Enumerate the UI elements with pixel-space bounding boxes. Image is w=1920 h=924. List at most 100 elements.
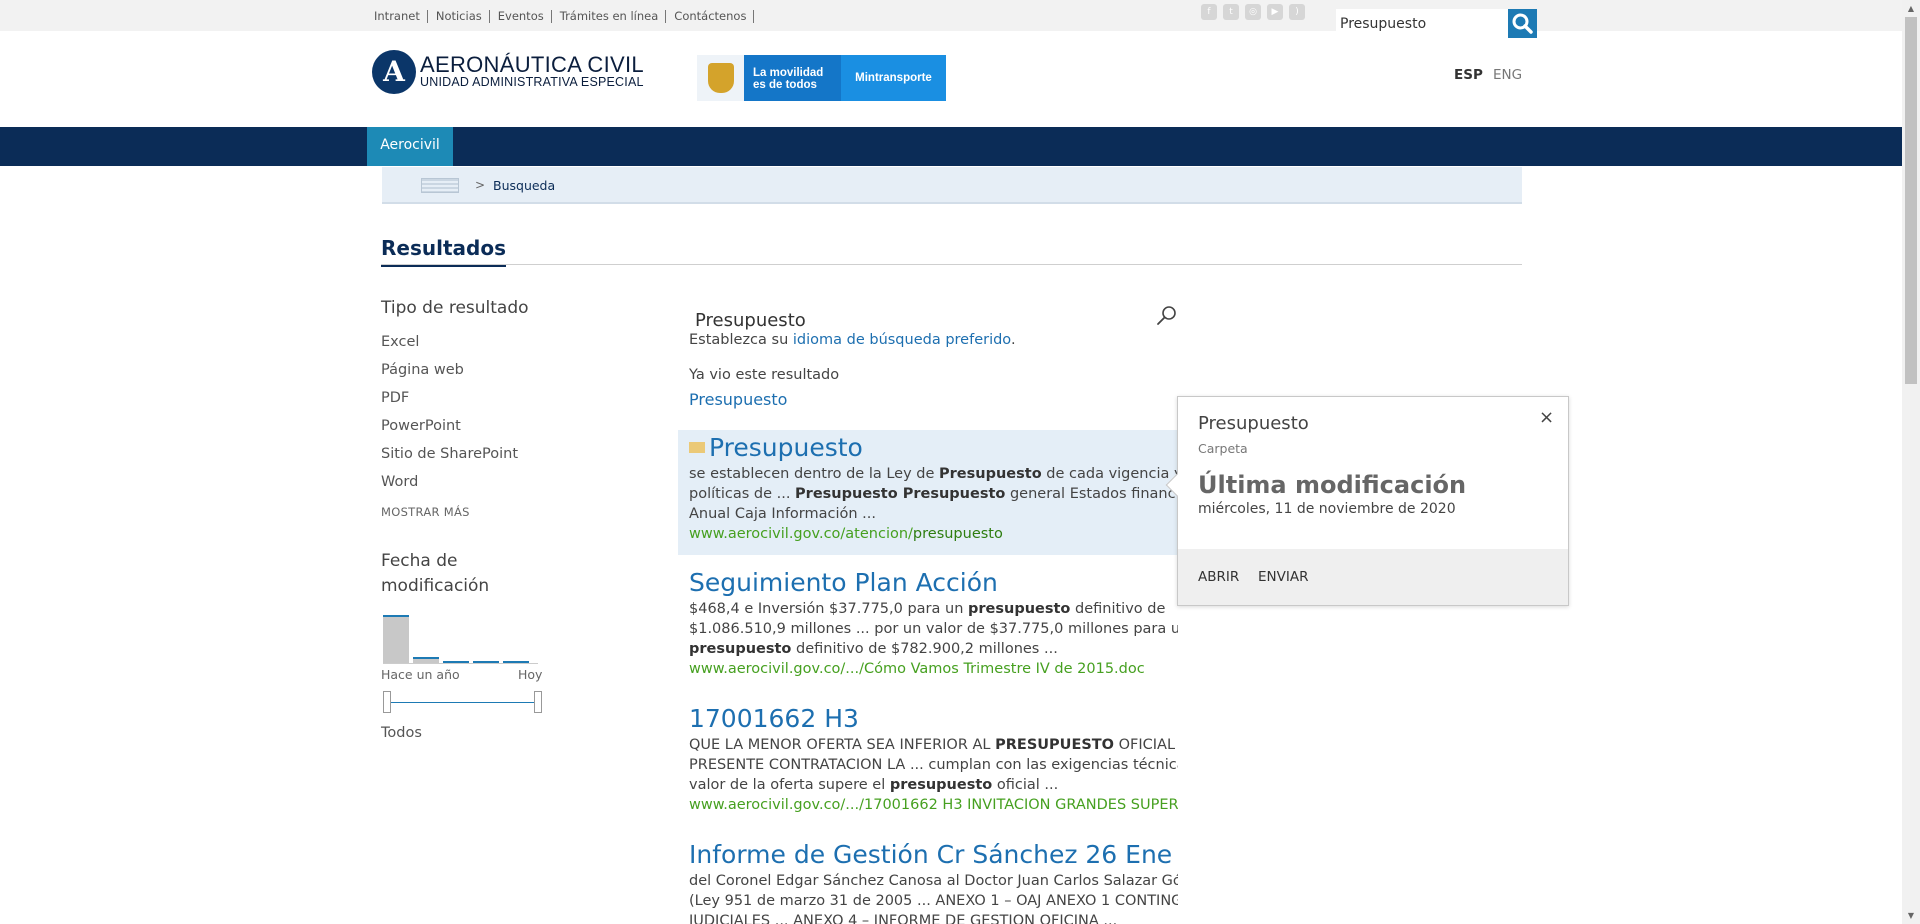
- result-title[interactable]: Seguimiento Plan Acción: [689, 567, 1178, 599]
- top-link-eventos[interactable]: Eventos: [490, 10, 552, 23]
- result-summary-line: PRESENTE CONTRATACION LA ... cumplan con…: [689, 757, 1178, 773]
- seen-result-link[interactable]: Presupuesto: [689, 390, 787, 409]
- callout-modified-heading: Última modificación: [1198, 471, 1467, 499]
- refiner-type-sharepoint[interactable]: Sitio de SharePoint: [381, 446, 518, 462]
- government-banner[interactable]: La movilidad es de todos Mintransporte: [697, 55, 946, 101]
- refiner-type-excel[interactable]: Excel: [381, 334, 419, 350]
- result-item[interactable]: Seguimiento Plan Acción $468,4 e Inversi…: [678, 567, 1178, 679]
- result-summary-line: QUE LA MENOR OFERTA SEA INFERIOR AL PRES…: [689, 737, 1178, 753]
- send-button[interactable]: ENVIAR: [1258, 569, 1308, 585]
- refiner-date-title-line1: Fecha de: [381, 551, 458, 571]
- seen-result-label: Ya vio este resultado: [689, 367, 840, 383]
- refiner-type-pdf[interactable]: PDF: [381, 390, 409, 406]
- result-summary-line: JUDICIALES ... ANEXO 4 – INFORME DE GEST…: [689, 913, 1118, 924]
- date-range-value: Todos: [381, 725, 422, 741]
- callout-title: Presupuesto: [1198, 413, 1309, 434]
- histogram-bar[interactable]: [383, 615, 409, 663]
- result-item[interactable]: Presupuesto se establecen dentro de la L…: [678, 430, 1178, 555]
- page-title: Resultados: [381, 236, 506, 267]
- callout-subtitle: Carpeta: [1198, 441, 1248, 456]
- result-title[interactable]: Informe de Gestión Cr Sánchez 26 Ene: [689, 839, 1178, 871]
- scroll-down-icon[interactable]: ▼: [1902, 907, 1920, 924]
- top-links: Intranet Noticias Eventos Trámites en lí…: [366, 10, 755, 23]
- result-summary-line: $468,4 e Inversión $37.775,0 para un pre…: [689, 601, 1166, 617]
- logo-title: AERONÁUTICA CIVIL: [420, 52, 644, 77]
- result-url[interactable]: www.aerocivil.gov.co/atencion/presupuest…: [689, 524, 1178, 544]
- refiner-date-title-line2: modificación: [381, 576, 490, 596]
- date-range-start-label: Hace un año: [381, 667, 460, 682]
- search-icon: [1512, 13, 1533, 34]
- heading-divider: [381, 264, 1522, 265]
- top-utility-bar: Intranet Noticias Eventos Trámites en lí…: [0, 0, 1902, 38]
- slider-track: [387, 702, 537, 703]
- lang-esp-link[interactable]: ESP: [1454, 67, 1483, 83]
- open-button[interactable]: ABRIR: [1198, 569, 1239, 585]
- scroll-up-icon[interactable]: ▲: [1902, 0, 1920, 17]
- show-more-link[interactable]: MOSTRAR MÁS: [381, 505, 470, 519]
- coat-of-arms-icon: [697, 55, 744, 101]
- scroll-thumb[interactable]: [1905, 17, 1917, 384]
- slider-handle-start[interactable]: [383, 691, 391, 713]
- date-histogram[interactable]: [383, 606, 538, 664]
- gov-slogan-line2: es de todos: [753, 79, 817, 91]
- twitter-icon[interactable]: t: [1223, 4, 1239, 20]
- result-title[interactable]: Presupuesto: [709, 433, 863, 462]
- breadcrumb-separator: >: [475, 178, 486, 192]
- folder-icon: [689, 442, 705, 453]
- page-scrollbar[interactable]: ▲ ▼: [1902, 0, 1920, 924]
- youtube-icon[interactable]: ▶: [1267, 4, 1283, 20]
- nav-item-aerocivil[interactable]: Aerocivil: [367, 127, 453, 166]
- gov-slogan-line1: La movilidad: [753, 67, 824, 79]
- result-title[interactable]: 17001662 H3: [689, 703, 1178, 735]
- site-logo[interactable]: A AERONÁUTICA CIVIL UNIDAD ADMINISTRATIV…: [372, 50, 644, 94]
- close-icon[interactable]: ×: [1539, 407, 1554, 428]
- result-summary-line: políticas de ... Presupuesto Presupuesto…: [689, 486, 1178, 502]
- top-search-input[interactable]: [1336, 9, 1508, 38]
- top-link-intranet[interactable]: Intranet: [366, 10, 428, 23]
- result-summary-line: del Coronel Edgar Sánchez Canosa al Doct…: [689, 873, 1178, 889]
- rss-icon[interactable]: ): [1289, 4, 1305, 20]
- search-input[interactable]: Presupuesto: [695, 310, 806, 331]
- top-search-button[interactable]: [1508, 9, 1537, 38]
- logo-mark: A: [372, 50, 416, 94]
- date-range-end-label: Hoy: [518, 667, 543, 682]
- refiner-type-webpage[interactable]: Página web: [381, 362, 464, 378]
- result-preview-callout: Presupuesto Carpeta × Última modificació…: [1165, 396, 1569, 606]
- histogram-bar[interactable]: [503, 661, 529, 663]
- result-summary-line: valor de la oferta supere el presupuesto…: [689, 777, 1059, 793]
- refiner-type-title: Tipo de resultado: [381, 298, 529, 318]
- top-link-noticias[interactable]: Noticias: [428, 10, 490, 23]
- language-preference-link[interactable]: idioma de búsqueda preferido: [793, 332, 1011, 348]
- instagram-icon[interactable]: ◎: [1245, 4, 1261, 20]
- language-preference-text: Establezca su idioma de búsqueda preferi…: [689, 332, 1016, 348]
- result-url[interactable]: www.aerocivil.gov.co/.../Cómo Vamos Trim…: [689, 659, 1178, 679]
- result-summary-line: presupuesto definitivo de $782.900,2 mil…: [689, 641, 1058, 657]
- breadcrumb: > Busqueda: [382, 167, 1522, 204]
- main-nav: Aerocivil: [0, 127, 1902, 166]
- breadcrumb-current: Busqueda: [493, 178, 556, 193]
- histogram-bar[interactable]: [413, 657, 439, 663]
- result-summary-line: Anual Caja Información ...: [689, 506, 877, 522]
- logo-subtitle: UNIDAD ADMINISTRATIVA ESPECIAL: [420, 75, 644, 89]
- top-link-contactenos[interactable]: Contáctenos: [666, 10, 755, 23]
- lang-eng-link[interactable]: ENG: [1493, 67, 1522, 83]
- histogram-bar[interactable]: [443, 661, 469, 663]
- callout-modified-date: miércoles, 11 de noviembre de 2020: [1198, 501, 1456, 517]
- result-summary-line: $1.086.510,9 millones ... por un valor d…: [689, 621, 1178, 637]
- refiner-type-powerpoint[interactable]: PowerPoint: [381, 418, 461, 434]
- result-url[interactable]: www.aerocivil.gov.co/.../17001662 H3 INV…: [689, 795, 1178, 815]
- search-icon[interactable]: [1155, 304, 1179, 328]
- result-summary-line: se establecen dentro de la Ley de Presup…: [689, 466, 1178, 482]
- ministry-label: Mintransporte: [841, 55, 946, 101]
- top-link-tramites[interactable]: Trámites en línea: [552, 10, 667, 23]
- date-range-slider[interactable]: [383, 691, 542, 713]
- result-item[interactable]: 17001662 H3 QUE LA MENOR OFERTA SEA INFE…: [678, 703, 1178, 815]
- slider-handle-end[interactable]: [534, 691, 542, 713]
- result-summary-line: (Ley 951 de marzo 31 de 2005 ... ANEXO 1…: [689, 893, 1178, 909]
- refiner-type-word[interactable]: Word: [381, 474, 418, 490]
- result-item[interactable]: Informe de Gestión Cr Sánchez 26 Ene del…: [678, 839, 1178, 924]
- histogram-bar[interactable]: [473, 661, 499, 663]
- facebook-icon[interactable]: f: [1201, 4, 1217, 20]
- callout-actions: ABRIR ENVIAR: [1178, 549, 1568, 605]
- breadcrumb-home-icon[interactable]: [421, 178, 459, 193]
